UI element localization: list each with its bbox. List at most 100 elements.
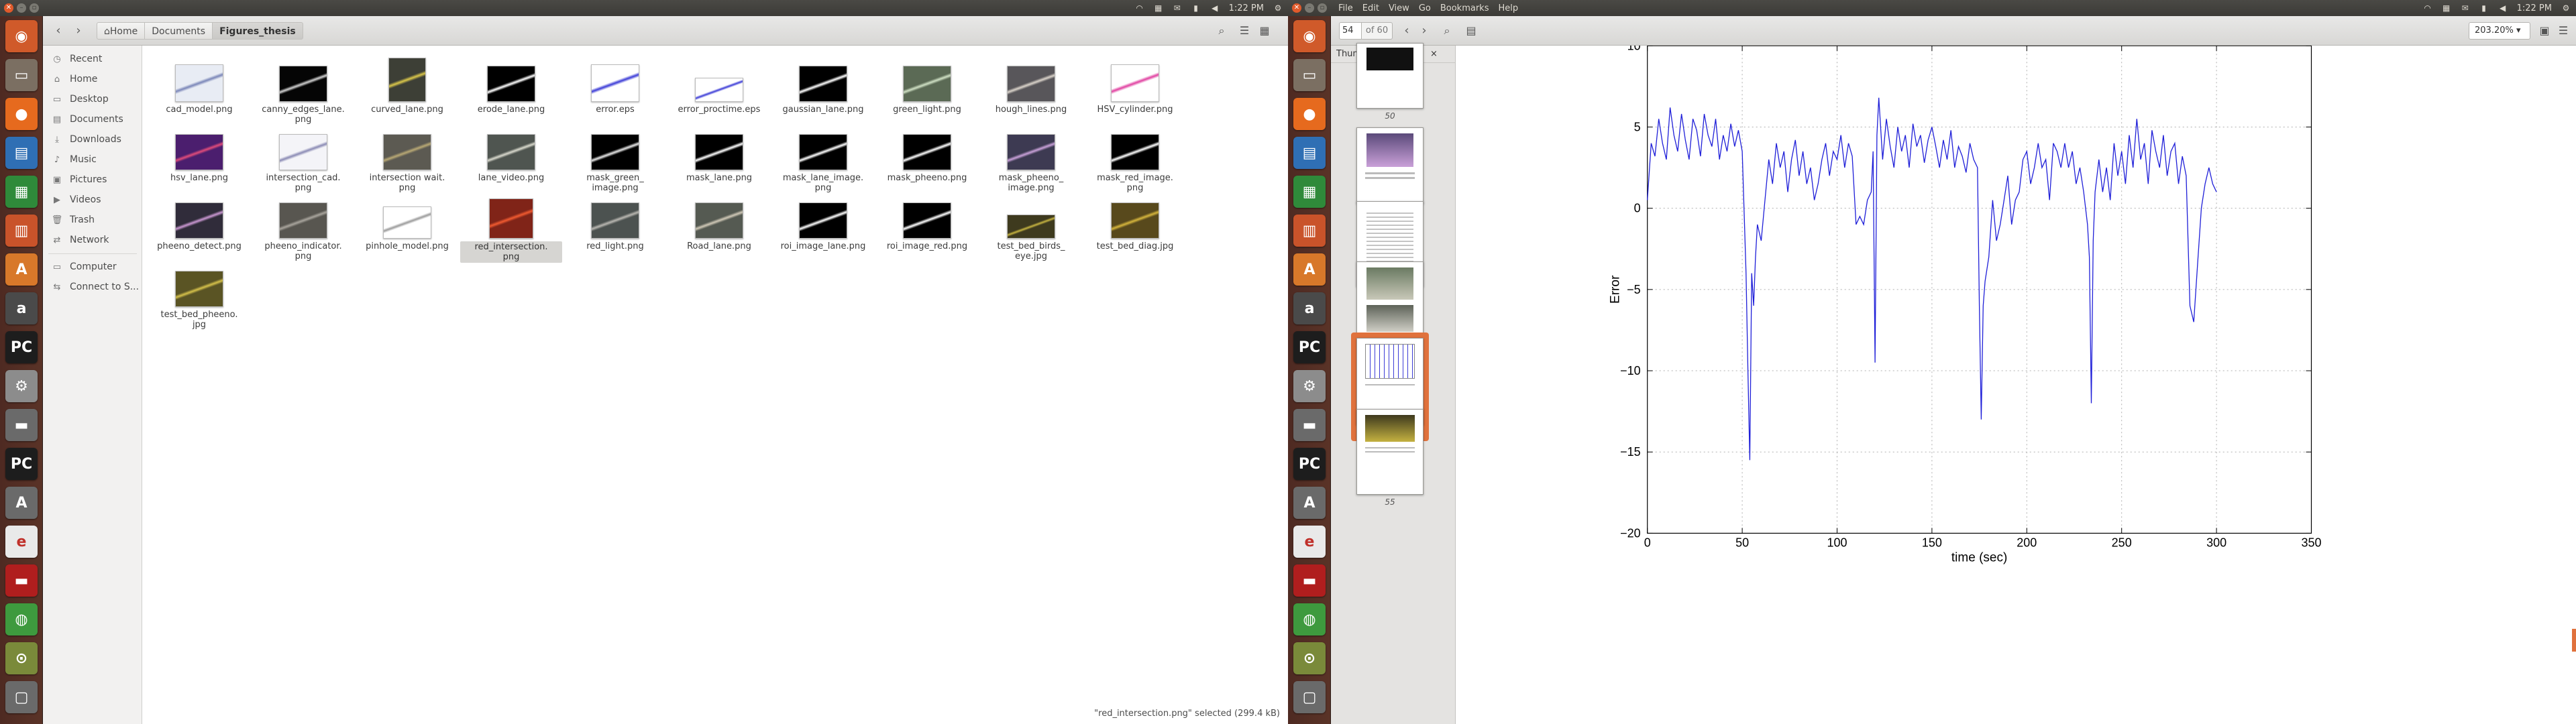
pycharm-2-icon[interactable]: PC: [5, 448, 38, 480]
file-item[interactable]: test_bed_pheeno. jpg: [148, 263, 250, 330]
impress-icon[interactable]: ▥: [5, 215, 38, 247]
ubuntu-dash-icon[interactable]: ◉: [5, 20, 38, 52]
close-window-button[interactable]: ✕: [4, 3, 13, 13]
update-icon[interactable]: A: [5, 487, 38, 519]
scrollbar-position[interactable]: [2572, 629, 2576, 652]
file-item[interactable]: gaussian_lane.png: [772, 58, 874, 115]
drive-icon[interactable]: ▬: [1293, 409, 1326, 441]
search-icon[interactable]: ⌕: [1438, 23, 1456, 39]
software-center-icon[interactable]: A: [5, 253, 38, 286]
breadcrumb-home[interactable]: ⌂Home: [97, 22, 146, 40]
files-icon[interactable]: ▭: [1293, 59, 1326, 91]
mail-icon[interactable]: ✉: [1173, 3, 1182, 13]
calc-icon[interactable]: ▦: [1293, 176, 1326, 208]
update-icon[interactable]: A: [1293, 487, 1326, 519]
save-icon[interactable]: ▣: [2536, 23, 2553, 39]
files-icon[interactable]: ▭: [5, 59, 38, 91]
file-item[interactable]: red_intersection. png: [460, 194, 562, 263]
file-item[interactable]: canny_edges_lane. png: [252, 58, 354, 125]
close-window-button[interactable]: ✕: [1292, 3, 1301, 13]
sidebar-item-documents[interactable]: ▤ Documents: [43, 110, 142, 129]
page-thumbnail[interactable]: [1356, 127, 1424, 204]
amazon-icon[interactable]: a: [5, 292, 38, 324]
gear-icon[interactable]: ⚙: [1273, 3, 1283, 13]
firefox-icon[interactable]: ●: [1293, 98, 1326, 130]
page-thumbnail[interactable]: [1356, 409, 1424, 495]
sidebar-item-home[interactable]: ⌂ Home: [43, 70, 142, 88]
software-center-icon[interactable]: A: [1293, 253, 1326, 286]
ubuntu-dash-icon[interactable]: ◉: [1293, 20, 1326, 52]
menu-help[interactable]: Help: [1498, 3, 1518, 13]
wifi-icon[interactable]: ◠: [2423, 3, 2432, 13]
sidebar-item-pictures[interactable]: ▣ Pictures: [43, 170, 142, 189]
file-item[interactable]: error.eps: [564, 58, 666, 115]
sidebar-item-desktop[interactable]: ▭ Desktop: [43, 90, 142, 109]
page-thumbnail[interactable]: [1356, 43, 1424, 109]
file-item[interactable]: intersection_cad. png: [252, 126, 354, 193]
breadcrumb-current-folder[interactable]: Figures_thesis: [213, 22, 303, 40]
file-item[interactable]: red_light.png: [564, 194, 666, 251]
file-item[interactable]: mask_pheeno_ image.png: [980, 126, 1082, 193]
sidebar-item-computer[interactable]: ▭ Computer: [43, 257, 142, 276]
globe-icon[interactable]: ◍: [1293, 603, 1326, 636]
impress-icon[interactable]: ▥: [1293, 215, 1326, 247]
evince-icon[interactable]: e: [5, 526, 38, 558]
firefox-icon[interactable]: ●: [5, 98, 38, 130]
sidebar-item-recent[interactable]: ◷ Recent: [43, 50, 142, 68]
sidebar-item-downloads[interactable]: ⤓ Downloads: [43, 130, 142, 149]
file-item[interactable]: mask_lane.png: [668, 126, 770, 183]
gear-icon[interactable]: ⚙: [2561, 3, 2571, 13]
wifi-icon[interactable]: ◠: [1135, 3, 1144, 13]
menu-edit[interactable]: Edit: [1362, 3, 1379, 13]
pycharm-2-icon[interactable]: PC: [1293, 448, 1326, 480]
forward-button[interactable]: ›: [70, 22, 87, 40]
trash-icon[interactable]: ▢: [1293, 681, 1326, 713]
terminal-icon[interactable]: ▬: [1293, 564, 1326, 597]
file-item[interactable]: hough_lines.png: [980, 58, 1082, 115]
pycharm-icon[interactable]: PC: [5, 331, 38, 363]
amazon-icon[interactable]: a: [1293, 292, 1326, 324]
file-item[interactable]: pinhole_model.png: [356, 194, 458, 251]
file-item[interactable]: test_bed_diag.jpg: [1084, 194, 1186, 251]
menu-go[interactable]: Go: [1419, 3, 1431, 13]
file-item[interactable]: curved_lane.png: [356, 58, 458, 115]
file-item[interactable]: lane_video.png: [460, 126, 562, 183]
mail-icon[interactable]: ✉: [2461, 3, 2470, 13]
file-item[interactable]: mask_lane_image. png: [772, 126, 874, 193]
zoom-select[interactable]: 203.20% ▾: [2469, 22, 2530, 40]
sidebar-item-trash[interactable]: 🗑 Trash: [43, 210, 142, 229]
clock[interactable]: 1:22 PM: [2517, 3, 2552, 13]
file-item[interactable]: Road_lane.png: [668, 194, 770, 251]
list-view-icon[interactable]: ☰: [1236, 23, 1253, 39]
drive-icon[interactable]: ▬: [5, 409, 38, 441]
keyboard-icon[interactable]: ▦: [2442, 3, 2451, 13]
file-item[interactable]: erode_lane.png: [460, 58, 562, 115]
file-item[interactable]: pheeno_detect.png: [148, 194, 250, 251]
search-icon[interactable]: ⌕: [1213, 23, 1230, 39]
minimize-window-button[interactable]: –: [17, 3, 26, 13]
settings-icon[interactable]: ⚙: [1293, 370, 1326, 402]
sidebar-toggle-icon[interactable]: ▤: [1462, 23, 1480, 39]
menu-file[interactable]: File: [1338, 3, 1353, 13]
clock[interactable]: 1:22 PM: [1229, 3, 1264, 13]
file-item[interactable]: mask_pheeno.png: [876, 126, 978, 183]
battery-icon[interactable]: ▮: [1191, 3, 1201, 13]
file-item[interactable]: mask_red_image. png: [1084, 126, 1186, 193]
menu-view[interactable]: View: [1389, 3, 1409, 13]
grid-view-icon[interactable]: ▦: [1256, 23, 1273, 39]
volume-icon[interactable]: ◀: [2498, 3, 2508, 13]
pycharm-icon[interactable]: PC: [1293, 331, 1326, 363]
file-item[interactable]: HSV_cylinder.png: [1084, 58, 1186, 115]
sidebar-item-music[interactable]: ♪ Music: [43, 150, 142, 169]
close-icon[interactable]: ×: [1430, 46, 1438, 63]
maximize-window-button[interactable]: ▫: [30, 3, 39, 13]
file-item[interactable]: intersection wait. png: [356, 126, 458, 193]
file-item[interactable]: pheeno_indicator. png: [252, 194, 354, 261]
previous-page-button[interactable]: ‹: [1398, 22, 1415, 40]
search-app-icon[interactable]: ⊙: [1293, 642, 1326, 674]
volume-icon[interactable]: ◀: [1210, 3, 1220, 13]
next-page-button[interactable]: ›: [1415, 22, 1433, 40]
writer-icon[interactable]: ▤: [1293, 137, 1326, 169]
sidebar-item-connect-to-s[interactable]: ⇆ Connect to S...: [43, 278, 142, 296]
file-item[interactable]: hsv_lane.png: [148, 126, 250, 183]
